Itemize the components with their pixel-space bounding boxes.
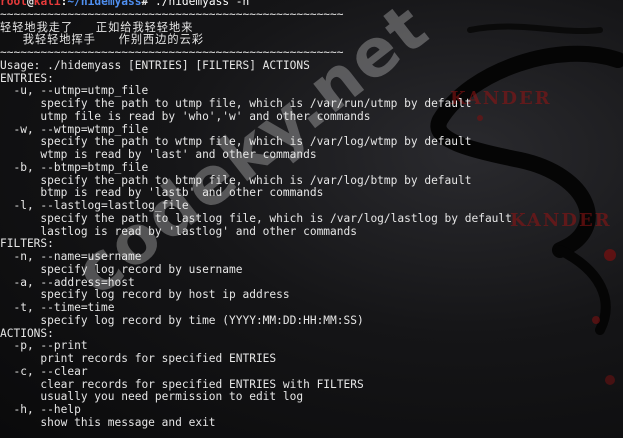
option-description: specify the path to lastlog file, which … — [0, 211, 512, 225]
terminal-output: root@kali:~/hidemyass# ./hidemyass -h ~~~… — [0, 0, 512, 430]
option-time: -t, --time=time — [0, 301, 115, 314]
background-logo-text: KANDER — [510, 210, 612, 231]
option-description: specify log record by time (YYYY:MM:DD:H… — [0, 313, 364, 327]
banner-rule: ~~~~~~~~~~~~~~~~~~~~~~~~~~~~~~~~~~~~~~~~… — [0, 46, 344, 59]
option-clear: -c, --clear — [0, 364, 88, 378]
terminal-window[interactable]: KANDER KANDER root@kali:~/hidemyass# ./h… — [0, 0, 623, 438]
option-description: utmp file is read by 'who','w' and other… — [0, 109, 371, 123]
prompt-hash: # — [141, 0, 155, 8]
option-description: wtmp is read by 'last' and other command… — [0, 148, 317, 161]
red-splash — [605, 375, 615, 385]
prompt-path: ~/hidemyass — [67, 0, 142, 8]
red-splash — [592, 316, 600, 324]
option-description: show this message and exit — [0, 415, 216, 429]
option-description: specify log record by username — [0, 262, 243, 276]
option-description: print records for specified ENTRIES — [0, 352, 277, 365]
prompt-host: kali — [33, 0, 61, 8]
option-help: -h, --help — [0, 403, 81, 416]
option-btmp: -b, --btmp=btmp_file — [0, 160, 149, 174]
command-text: ./hidemyass -h — [154, 0, 250, 8]
option-name: -n, --name=username — [0, 250, 142, 263]
banner-rule: ~~~~~~~~~~~~~~~~~~~~~~~~~~~~~~~~~~~~~~~~… — [0, 7, 344, 21]
option-description: lastlog is read by 'lastlog' and other c… — [0, 224, 357, 238]
red-splash — [604, 249, 616, 261]
prompt-at: @ — [26, 0, 34, 8]
usage-line: Usage: ./hidemyass [ENTRIES] [FILTERS] A… — [0, 58, 310, 72]
prompt-user: root — [0, 0, 27, 8]
option-description: specify the path to utmp file, which is … — [0, 97, 472, 110]
option-lastlog: -l, --lastlog=lastlog_file — [0, 199, 189, 212]
